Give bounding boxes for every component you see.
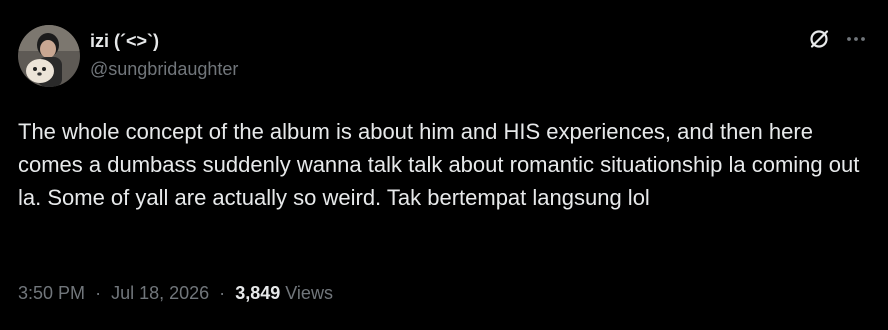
- tweet-date[interactable]: Jul 18, 2026: [111, 283, 209, 303]
- meta-separator: ·: [95, 283, 102, 303]
- avatar[interactable]: [18, 25, 80, 87]
- avatar-image: [18, 25, 80, 87]
- display-name[interactable]: izi (´<>`): [90, 30, 238, 52]
- tweet-time[interactable]: 3:50 PM: [18, 283, 85, 303]
- grok-icon[interactable]: [808, 28, 830, 50]
- author-info: izi (´<>`) @sungbridaughter: [90, 30, 238, 80]
- tweet-card: izi (´<>`) @sungbridaughter The whole co…: [0, 0, 888, 330]
- views-label: Views: [285, 283, 333, 303]
- tweet-text: The whole concept of the album is about …: [18, 119, 860, 210]
- top-actions: [808, 28, 866, 50]
- user-handle[interactable]: @sungbridaughter: [90, 58, 238, 80]
- more-icon[interactable]: [846, 36, 866, 42]
- tweet-meta: 3:50 PM · Jul 18, 2026 · 3,849 Views: [18, 281, 333, 305]
- meta-separator: ·: [219, 283, 226, 303]
- views-count[interactable]: 3,849: [235, 283, 280, 303]
